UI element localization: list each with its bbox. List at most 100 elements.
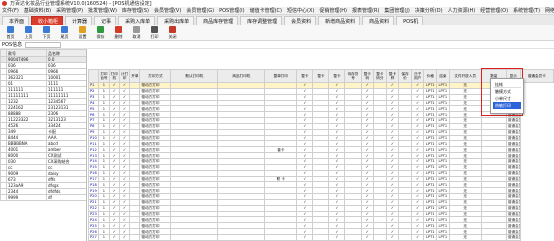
column-header-code[interactable]: 款号 (6, 49, 47, 57)
settings-button[interactable]: 设置 (74, 25, 91, 41)
tab-item[interactable]: 采购入库单 (118, 16, 156, 25)
menu-item[interactable]: 报表管理(R) (352, 7, 379, 14)
menu-item[interactable]: 网络管理(N) (545, 7, 554, 14)
save-icon (97, 26, 104, 33)
pos-info-bar: POS信息 (0, 41, 554, 49)
tab-label: 记事 (101, 18, 112, 25)
checkbox-cell[interactable]: ✓ (118, 233, 131, 241)
checkbox-cell[interactable]: ✓ (328, 233, 346, 241)
tab-item[interactable]: 商品资料 (362, 16, 395, 25)
menu-item[interactable]: 促销管理(H) (319, 7, 347, 14)
column-header[interactable]: 普通会员卡 (519, 69, 554, 83)
tab-item[interactable]: 本界面 (2, 16, 30, 25)
column-header[interactable]: 打印台号 (98, 69, 110, 83)
menu-item[interactable]: 短信中心(X) (287, 7, 314, 14)
dropdown-menu: 挂帐 触摸方式 小单尺寸 热敏打印 (490, 78, 524, 114)
print-button[interactable]: 打印 (146, 25, 163, 41)
menu-item[interactable]: 人力资源(H) (448, 7, 476, 14)
card-type-cell[interactable]: 普通会员卡 (505, 233, 521, 241)
menu-item[interactable]: 批发管理(W) (88, 7, 117, 14)
delete-button[interactable]: 删除 (110, 25, 127, 41)
column-header[interactable]: 默认打印机 (170, 69, 219, 83)
save-button[interactable]: 保存 (92, 25, 109, 41)
column-header[interactable]: 整卡码分 (373, 69, 387, 83)
port-cell[interactable]: LPT1 (436, 233, 450, 241)
checkbox-cell[interactable]: ✓ (385, 233, 400, 241)
column-header[interactable] (88, 69, 100, 83)
column-header[interactable]: 保存价 (398, 69, 412, 83)
last-page-button[interactable]: 尾页 (56, 25, 73, 41)
menu-item[interactable]: 决策分析(D) (415, 7, 443, 14)
column-header[interactable]: 打印机 (108, 69, 120, 83)
column-header[interactable]: 整卡称 (385, 69, 400, 83)
menu-bar: 文件(F) 基础资料(B) 采购管理(P) 批发管理(W) 库存管理(S) 会员管理(V)… (0, 7, 554, 15)
tab-item[interactable]: 会员资料 (284, 16, 317, 25)
column-header[interactable]: 文件开放人员 (448, 69, 482, 83)
app-logo-icon (2, 1, 7, 6)
column-header[interactable]: 整卡 (328, 69, 346, 83)
dropdown-option[interactable]: 热敏打印 (493, 102, 521, 109)
tab-item[interactable]: 采购出库单 (157, 16, 195, 25)
table-row[interactable]: P271✓✓驱动方打印✓✓✓✓✓LPT1LPT1无普通会员卡 (88, 233, 554, 241)
pos-info-input[interactable] (25, 41, 62, 48)
tab-item[interactable]: 新增商品资料 (318, 16, 361, 25)
column-header-name[interactable]: 品名称 (46, 49, 86, 57)
tab-item[interactable]: 库存调整管理 (240, 16, 283, 25)
prev-page-icon (25, 26, 32, 33)
column-header[interactable]: 整单打印 (264, 69, 298, 83)
checkbox-cell[interactable] (344, 233, 362, 241)
menu-item[interactable]: 会员管理(G) (186, 7, 214, 14)
checkbox-cell[interactable]: ✓ (296, 233, 314, 241)
menu-item[interactable]: 采购管理(P) (56, 7, 83, 14)
checkbox-cell[interactable] (129, 233, 141, 241)
prev-page-button[interactable]: 上页 (20, 25, 37, 41)
tab-item[interactable]: POS机 (396, 16, 424, 25)
default-printer-cell[interactable] (170, 233, 219, 241)
column-header[interactable]: 结束 (436, 69, 450, 83)
column-header[interactable]: 整卡 (296, 69, 314, 83)
column-header[interactable]: 日子用户 (410, 69, 425, 83)
column-header[interactable]: 计打印 (118, 69, 131, 83)
mode-cell[interactable]: 无 (448, 233, 482, 241)
tab-item[interactable]: 记事 (94, 16, 117, 25)
menu-item[interactable]: 会员管理(V) (154, 7, 181, 14)
dropdown-option[interactable]: 小单尺寸 (493, 95, 521, 102)
column-header[interactable]: 打印方式 (139, 69, 172, 83)
column-header[interactable]: 整卡码 (360, 69, 375, 83)
column-header[interactable]: 开单 (129, 69, 141, 83)
next-page-button[interactable]: 下页 (38, 25, 55, 41)
menu-item[interactable]: POS管理(I) (219, 7, 245, 14)
menu-item[interactable]: 系统管理(T) (513, 7, 540, 14)
dropdown-option[interactable]: 触摸方式 (493, 88, 521, 95)
close-button[interactable]: 关闭 (164, 25, 181, 41)
column-header[interactable]: 待存货号 (344, 69, 362, 83)
port-cell[interactable]: LPT1 (423, 233, 438, 241)
window-title: 万百达化妆品行业管理系统V10.0(160524) - [POS机通信设定] (10, 1, 152, 7)
full-print-cell[interactable] (264, 233, 298, 241)
goods-printer-cell[interactable] (217, 233, 266, 241)
checkbox-cell[interactable] (312, 233, 330, 241)
menu-item[interactable]: 基础资料(B) (24, 7, 51, 14)
checkbox-cell[interactable]: ✓ (360, 233, 375, 241)
menu-item[interactable]: 经营管理(O) (480, 7, 508, 14)
checkbox-cell[interactable]: ✓ (410, 233, 425, 241)
tab-label: 收小箱柜 (38, 18, 59, 25)
tab-item[interactable]: 收小箱柜 (31, 16, 64, 25)
cancel-button[interactable]: 取消 (128, 25, 145, 41)
column-header[interactable]: 整卡 (312, 69, 330, 83)
checkbox-cell[interactable]: ✓ (108, 233, 120, 241)
tab-item[interactable]: 商品库存管理 (196, 16, 239, 25)
column-header[interactable]: 商品打印机 (217, 69, 266, 83)
menu-item[interactable]: 文件(F) (2, 7, 19, 14)
print-mode-cell[interactable]: 驱动方打印 (139, 233, 172, 241)
tab-item[interactable]: 计算器 (65, 16, 93, 25)
checkbox-cell[interactable] (373, 233, 387, 241)
table-row[interactable]: 9999 df (0, 194, 86, 201)
first-page-button[interactable]: 首页 (2, 25, 19, 41)
checkbox-cell[interactable] (398, 233, 412, 241)
menu-item[interactable]: 库存管理(S) (122, 7, 149, 14)
tab-label: 采购出库单 (164, 18, 190, 25)
column-header[interactable]: 价格 (423, 69, 438, 83)
menu-item[interactable]: 集团管理(J) (384, 7, 409, 14)
menu-item[interactable]: 储值卡管理(C) (250, 7, 282, 14)
